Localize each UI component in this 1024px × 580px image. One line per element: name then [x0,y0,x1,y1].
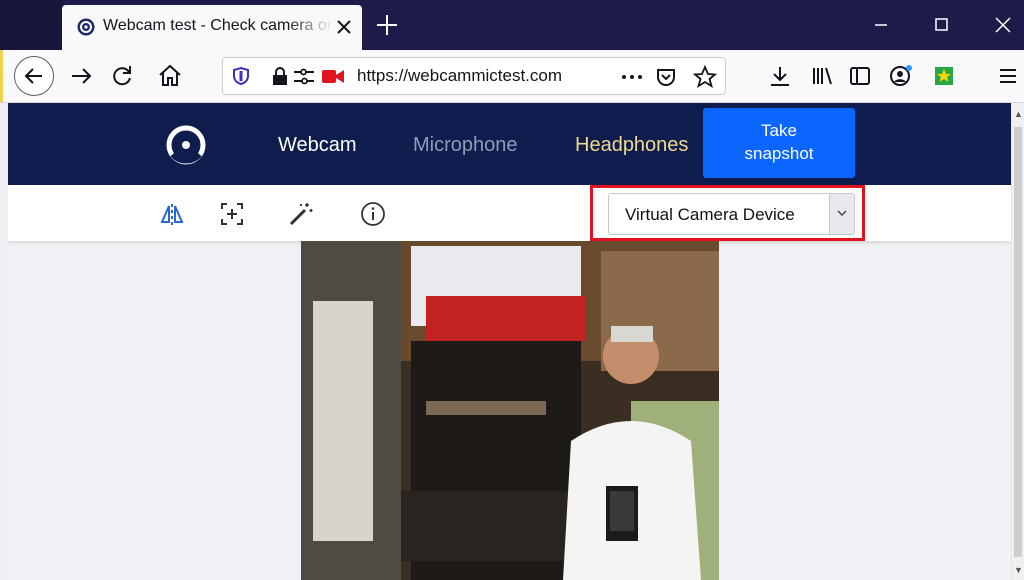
video-frame-image [301,241,719,580]
webpage-content: Webcam Microphone Headphones Take snapsh… [8,103,1011,580]
bookmark-star-icon[interactable] [693,65,717,89]
browser-tab[interactable]: Webcam test - Check camera online [62,5,362,50]
tab-close-icon[interactable] [334,17,354,37]
snapshot-label-line1: Take [761,121,797,140]
select-dropdown-button[interactable] [829,194,854,234]
site-header: Webcam Microphone Headphones Take snapsh… [8,103,1011,185]
reload-icon[interactable] [108,62,136,90]
url-text: https://webcammictest.com [357,66,563,85]
tab-title: Webcam test - Check camera online [103,17,333,34]
magic-wand-icon[interactable] [288,201,314,227]
forward-arrow-icon[interactable] [68,62,96,90]
camera-device-select[interactable]: Virtual Camera Device [608,193,855,235]
page-scrollbar[interactable]: ▲ ▼ [1011,103,1024,580]
new-tab-icon[interactable] [372,10,402,40]
scrollbar-thumb[interactable] [1014,127,1022,557]
shield-icon[interactable] [231,66,251,86]
page-actions-icon[interactable] [621,70,643,84]
menu-icon[interactable] [994,62,1022,90]
nav-link-microphone[interactable]: Microphone [413,134,518,157]
scroll-down-icon[interactable]: ▼ [1014,565,1023,575]
lock-icon[interactable] [271,66,289,86]
camera-active-icon[interactable] [321,68,345,85]
chevron-down-icon [837,210,847,216]
back-button[interactable] [14,56,54,96]
pocket-icon[interactable] [655,66,677,88]
mirror-icon[interactable] [159,201,185,227]
browser-navigation-bar: https://webcammictest.com [0,50,1024,103]
fullscreen-capture-icon[interactable] [219,201,245,227]
nav-link-headphones[interactable]: Headphones [575,134,688,157]
maximize-icon[interactable] [926,10,956,40]
permissions-icon[interactable] [293,67,315,87]
window-close-icon[interactable] [988,10,1018,40]
tab-strip-left-area [0,0,62,50]
take-snapshot-button[interactable]: Take snapshot [703,108,855,178]
address-bar[interactable]: https://webcammictest.com [222,57,726,95]
browser-tab-strip: Webcam test - Check camera online [0,0,1024,50]
extension-icon[interactable] [930,62,958,90]
downloads-icon[interactable] [766,62,794,90]
nav-link-webcam[interactable]: Webcam [278,134,357,157]
sidebar-icon[interactable] [846,62,874,90]
camera-toolbar: Virtual Camera Device [8,185,1011,241]
window-edge [0,50,3,102]
info-icon[interactable] [360,201,386,227]
webcam-video-feed [301,241,719,580]
library-icon[interactable] [808,62,836,90]
site-logo-icon[interactable] [164,123,208,167]
scroll-up-icon[interactable]: ▲ [1014,109,1023,119]
back-arrow-icon [24,68,42,84]
site-favicon-icon [77,18,95,36]
home-icon[interactable] [156,62,184,90]
minimize-icon[interactable] [866,10,896,40]
camera-device-selected: Virtual Camera Device [625,205,795,224]
account-icon[interactable] [886,62,914,90]
snapshot-label-line2: snapshot [744,143,814,163]
